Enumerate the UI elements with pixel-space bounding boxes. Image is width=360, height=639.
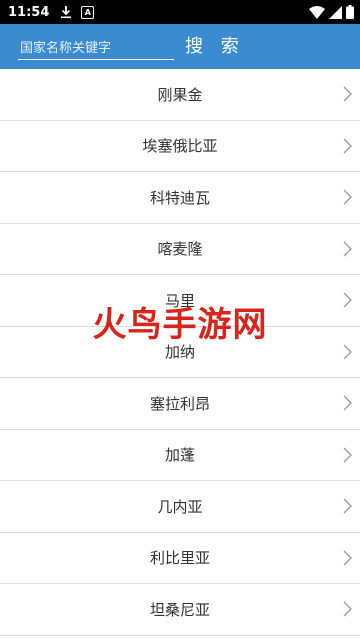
country-name: 马里 bbox=[164, 291, 195, 310]
signal-icon bbox=[329, 5, 342, 19]
chevron-right-icon bbox=[343, 550, 352, 566]
status-time: 11:54 bbox=[8, 4, 50, 20]
chevron-right-icon bbox=[343, 189, 352, 205]
status-bar: 11:54 A bbox=[0, 0, 360, 24]
chevron-right-icon bbox=[343, 395, 352, 411]
chevron-right-icon bbox=[343, 241, 352, 257]
country-name: 刚果金 bbox=[157, 85, 203, 104]
notification-a-icon: A bbox=[81, 5, 95, 19]
country-name: 坦桑尼亚 bbox=[149, 600, 210, 619]
country-list: 刚果金埃塞俄比亚科特迪瓦喀麦隆马里加纳塞拉利昂加蓬几内亚利比里亚坦桑尼亚 bbox=[0, 69, 360, 636]
search-header: 搜 索 bbox=[0, 24, 360, 69]
country-row[interactable]: 塞拉利昂 bbox=[0, 378, 360, 430]
country-row[interactable]: 利比里亚 bbox=[0, 533, 360, 584]
chevron-right-icon bbox=[343, 447, 352, 463]
chevron-right-icon bbox=[343, 292, 352, 308]
chevron-right-icon bbox=[343, 601, 352, 617]
country-row[interactable]: 几内亚 bbox=[0, 481, 360, 533]
chevron-right-icon bbox=[343, 138, 352, 154]
country-row[interactable]: 喀麦隆 bbox=[0, 224, 360, 275]
status-icons bbox=[309, 5, 354, 19]
chevron-right-icon bbox=[343, 498, 352, 514]
country-row[interactable]: 加蓬 bbox=[0, 430, 360, 481]
country-row[interactable]: 科特迪瓦 bbox=[0, 172, 360, 224]
country-row[interactable]: 坦桑尼亚 bbox=[0, 584, 360, 636]
country-name: 利比里亚 bbox=[149, 549, 210, 568]
country-name: 科特迪瓦 bbox=[149, 188, 210, 207]
country-name: 几内亚 bbox=[157, 497, 203, 516]
country-row[interactable]: 加纳 bbox=[0, 327, 360, 378]
country-name: 塞拉利昂 bbox=[149, 394, 210, 413]
country-row[interactable]: 马里 bbox=[0, 275, 360, 327]
chevron-right-icon bbox=[343, 344, 352, 360]
search-button[interactable]: 搜 索 bbox=[185, 34, 245, 60]
download-icon bbox=[61, 6, 72, 19]
wifi-icon bbox=[309, 5, 325, 19]
country-name: 加蓬 bbox=[164, 446, 195, 465]
country-row[interactable]: 埃塞俄比亚 bbox=[0, 121, 360, 172]
country-name: 加纳 bbox=[164, 343, 195, 362]
country-row[interactable]: 刚果金 bbox=[0, 69, 360, 121]
battery-icon bbox=[346, 5, 354, 19]
country-name: 喀麦隆 bbox=[157, 240, 203, 259]
chevron-right-icon bbox=[343, 86, 352, 102]
country-name: 埃塞俄比亚 bbox=[142, 137, 218, 156]
search-input[interactable] bbox=[18, 37, 174, 60]
